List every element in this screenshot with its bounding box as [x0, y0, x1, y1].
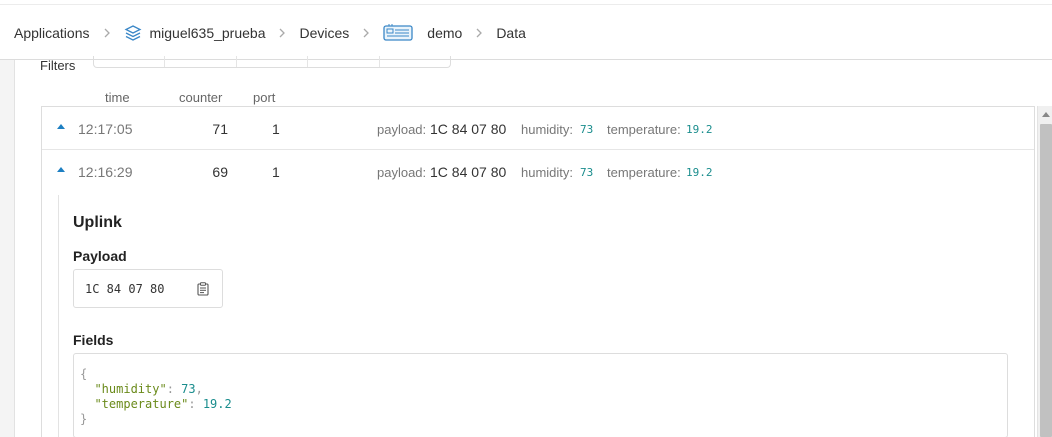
breadcrumb-applications[interactable]: Applications	[14, 25, 90, 41]
json-key-humidity: "humidity"	[94, 382, 167, 396]
breadcrumb-application-label: miguel635_prueba	[149, 24, 266, 41]
row-temperature-label: temperature:	[607, 122, 681, 137]
breadcrumb-application[interactable]: miguel635_prueba	[124, 24, 266, 42]
top-bar: Applications miguel635_prueba Devices de…	[0, 0, 1052, 60]
chevron-right-icon	[462, 25, 496, 41]
json-value-humidity: 73	[181, 382, 196, 396]
messages-table: 12:17:05 71 1 payload: 1C 84 07 80 humid…	[41, 106, 1035, 437]
row-temperature-label: temperature:	[607, 165, 681, 180]
row-temperature-value: 19.2	[686, 123, 713, 136]
row-temperature-value: 19.2	[686, 166, 713, 179]
row-payload-value: 1C 84 07 80	[430, 164, 507, 180]
caret-up-icon[interactable]	[57, 167, 65, 172]
row-humidity-value: 73	[580, 123, 594, 136]
payload-hex-value[interactable]: 1C 84 07 80	[74, 282, 184, 296]
row-port: 1	[272, 121, 280, 137]
filters-label: Filters	[40, 58, 76, 73]
chevron-right-icon	[90, 25, 124, 41]
chevron-right-icon	[265, 25, 299, 41]
filter-option[interactable]	[94, 56, 166, 67]
row-port: 1	[272, 164, 280, 180]
uplink-detail: Uplink Payload 1C 84 07 80 Fields { "hum…	[58, 195, 1008, 437]
table-row[interactable]: 12:17:05 71 1 payload: 1C 84 07 80 humid…	[42, 107, 1034, 150]
json-brace-close: }	[80, 412, 88, 426]
breadcrumb-device[interactable]: demo	[383, 23, 462, 43]
device-board-icon	[383, 23, 413, 43]
breadcrumb-data: Data	[496, 24, 526, 41]
scrollbar-thumb[interactable]	[1040, 124, 1052, 437]
breadcrumb-devices[interactable]: Devices	[299, 25, 349, 41]
row-time: 12:16:29	[78, 164, 133, 180]
filters-bar[interactable]	[93, 56, 451, 68]
filter-option[interactable]	[308, 56, 380, 67]
row-humidity-label: humidity:	[521, 165, 574, 180]
json-key-temperature: "temperature"	[94, 397, 189, 411]
breadcrumb-device-label: demo	[427, 24, 463, 41]
column-header-time: time	[105, 90, 130, 105]
clipboard-copy-icon[interactable]	[184, 270, 222, 307]
column-headers: time counter port	[15, 88, 1035, 108]
vertical-scrollbar[interactable]	[1037, 106, 1052, 437]
scroll-up-arrow-icon[interactable]	[1042, 112, 1050, 117]
table-row[interactable]: 12:16:29 69 1 payload: 1C 84 07 80 humid…	[42, 150, 1034, 193]
payload-title: Payload	[73, 248, 127, 264]
json-value-temperature: 19.2	[202, 397, 232, 411]
row-payload-value: 1C 84 07 80	[430, 121, 507, 137]
fields-title: Fields	[73, 332, 114, 348]
chevron-right-icon	[349, 25, 383, 41]
column-header-counter: counter	[179, 90, 223, 105]
filter-option[interactable]	[165, 56, 237, 67]
row-payload-label: payload:	[377, 122, 427, 137]
caret-up-icon[interactable]	[57, 124, 65, 129]
row-counter: 69	[212, 164, 228, 180]
filter-option[interactable]	[380, 56, 450, 67]
breadcrumb: Applications miguel635_prueba Devices de…	[0, 4, 1052, 60]
row-payload-label: payload:	[377, 165, 427, 180]
row-humidity-value: 73	[580, 166, 594, 179]
fields-json-viewer[interactable]: { "humidity": 73, "temperature": 19.2 }	[73, 353, 1008, 437]
row-humidity-label: humidity:	[521, 122, 574, 137]
json-brace-open: {	[80, 367, 88, 381]
row-time: 12:17:05	[78, 121, 133, 137]
row-counter: 71	[212, 121, 228, 137]
payload-hex-box: 1C 84 07 80	[73, 269, 223, 308]
uplink-title: Uplink	[73, 214, 122, 231]
column-header-port: port	[253, 90, 276, 105]
filter-option[interactable]	[237, 56, 309, 67]
data-panel: Filters time counter port 12:17:05 71 1 …	[14, 56, 1052, 437]
cube-stack-icon	[124, 24, 142, 42]
